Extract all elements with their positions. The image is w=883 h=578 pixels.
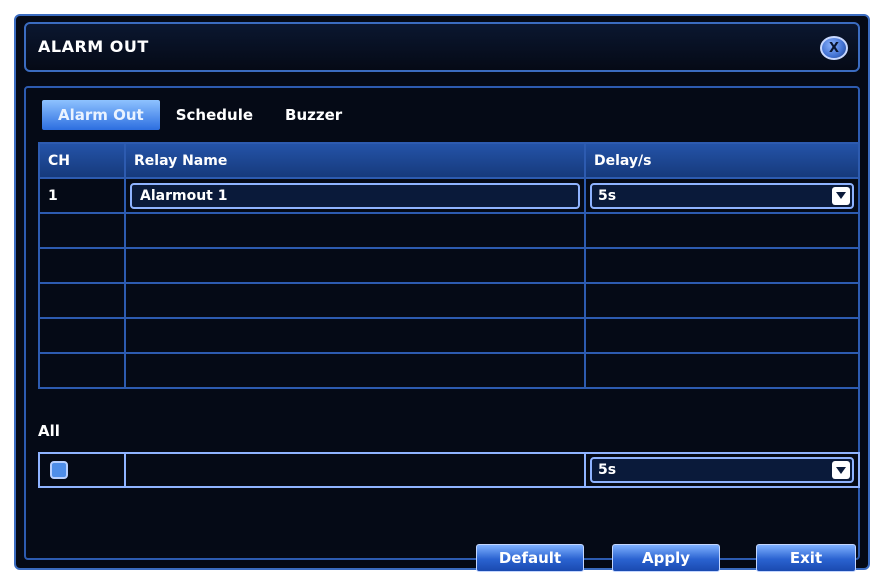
empty-cell: [584, 317, 860, 354]
all-label: All: [38, 422, 60, 440]
empty-cell: [38, 212, 126, 249]
all-checkbox[interactable]: [50, 461, 68, 479]
table-row: [38, 212, 860, 249]
empty-cell: [584, 212, 860, 249]
header-relay-name: Relay Name: [124, 142, 586, 179]
all-delay-select[interactable]: 5s: [590, 457, 854, 483]
empty-cell: [124, 317, 586, 354]
empty-cell: [38, 317, 126, 354]
table-row: 1 Alarmout 1 5s: [38, 177, 860, 214]
window-title: ALARM OUT: [38, 37, 149, 56]
alarm-out-table: CH Relay Name Delay/s 1 Alarmout 1 5s: [38, 142, 860, 389]
all-delay-select-value: 5s: [598, 462, 617, 478]
empty-cell: [124, 247, 586, 284]
table-header-row: CH Relay Name Delay/s: [38, 142, 860, 179]
empty-cell: [584, 282, 860, 319]
empty-cell: [124, 212, 586, 249]
footer-buttons: Default Apply Exit: [16, 544, 868, 572]
chevron-down-icon[interactable]: [832, 461, 850, 479]
table-row: [38, 247, 860, 284]
empty-cell: [584, 247, 860, 284]
table-row: [38, 317, 860, 354]
empty-cell: [38, 282, 126, 319]
tab-buzzer[interactable]: Buzzer: [269, 100, 358, 130]
title-bar: ALARM OUT X: [24, 22, 860, 72]
empty-cell: [124, 352, 586, 389]
apply-button[interactable]: Apply: [612, 544, 720, 572]
cell-delay: 5s: [584, 177, 860, 214]
all-delay-cell: 5s: [584, 452, 860, 488]
relay-name-input[interactable]: Alarmout 1: [130, 182, 580, 209]
empty-cell: [38, 247, 126, 284]
tab-bar: Alarm Out Schedule Buzzer: [42, 100, 358, 130]
delay-select[interactable]: 5s: [590, 182, 854, 209]
header-delay: Delay/s: [584, 142, 860, 179]
cell-relay-name: Alarmout 1: [124, 177, 586, 214]
alarm-out-window: ALARM OUT X Alarm Out Schedule Buzzer CH…: [14, 14, 870, 572]
cell-ch: 1: [38, 177, 126, 214]
all-checkbox-cell: [38, 452, 126, 488]
tab-schedule[interactable]: Schedule: [160, 100, 269, 130]
empty-cell: [124, 282, 586, 319]
close-icon[interactable]: X: [820, 36, 848, 60]
table-row: [38, 282, 860, 319]
all-empty-cell: [124, 452, 586, 488]
exit-button[interactable]: Exit: [756, 544, 856, 572]
delay-select-value: 5s: [598, 187, 617, 204]
empty-cell: [584, 352, 860, 389]
table-row: [38, 352, 860, 389]
all-row: 5s: [38, 452, 860, 488]
tab-alarm-out[interactable]: Alarm Out: [42, 100, 160, 130]
default-button[interactable]: Default: [476, 544, 584, 572]
header-ch: CH: [38, 142, 126, 179]
chevron-down-icon[interactable]: [832, 186, 850, 205]
empty-cell: [38, 352, 126, 389]
